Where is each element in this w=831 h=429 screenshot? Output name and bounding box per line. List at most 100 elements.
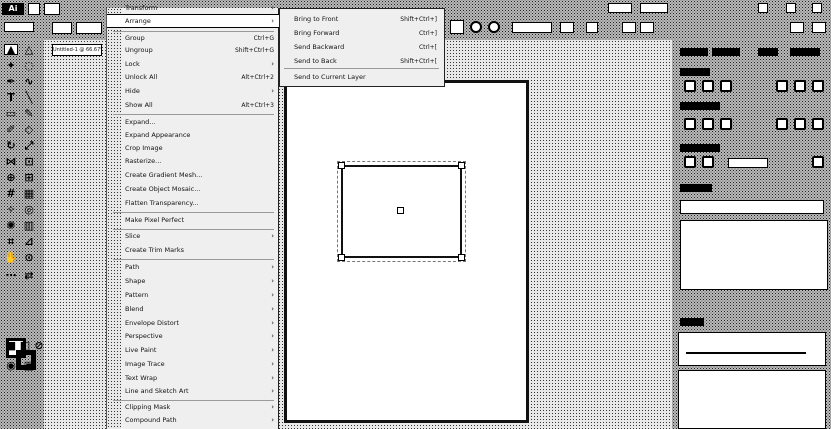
align-icon[interactable] <box>560 22 574 33</box>
stroke-swatch[interactable] <box>76 22 102 34</box>
spacing-vertical-icon[interactable] <box>684 156 696 168</box>
menu-item-text-wrap[interactable]: Text Wrap › <box>107 372 280 384</box>
lasso-tool-icon[interactable]: ◌ <box>22 60 36 71</box>
resize-handle-top-left[interactable] <box>338 162 345 169</box>
menu-item-create-trim-marks[interactable]: Create Trim Marks <box>107 244 280 256</box>
minimize-icon[interactable] <box>758 3 768 13</box>
menu-item-shape[interactable]: Shape › <box>107 275 280 287</box>
menu-item-expand[interactable]: Expand... <box>107 116 280 128</box>
swatches-grid[interactable] <box>680 220 828 290</box>
pen-tool-icon[interactable]: ✒ <box>4 76 18 87</box>
menu-item-group[interactable]: Group Ctrl+G <box>107 32 280 44</box>
eraser-tool-icon[interactable]: ◇ <box>22 124 36 135</box>
align-vcenter-icon[interactable] <box>794 80 806 92</box>
recolor-icon[interactable] <box>488 21 500 33</box>
menu-item-arrange[interactable]: Arrange › <box>107 14 280 28</box>
menu-file[interactable] <box>28 3 40 15</box>
menu-item-transform[interactable]: Transform › <box>107 2 280 14</box>
menu-item-create-object-mosaic[interactable]: Create Object Mosaic... <box>107 183 280 195</box>
menu-item-line-and-sketch-art[interactable]: Line and Sketch Art › <box>107 385 280 397</box>
column-graph-tool-icon[interactable]: ▥ <box>22 220 36 231</box>
maximize-icon[interactable] <box>786 3 796 13</box>
menu-item-hide[interactable]: Hide › <box>107 85 280 97</box>
blend-tool-icon[interactable]: ◎ <box>22 204 36 215</box>
width-tool-icon[interactable]: ⋈ <box>4 156 18 167</box>
menu-item-perspective[interactable]: Perspective › <box>107 330 280 342</box>
perspective-grid-tool-icon[interactable]: ⊞ <box>22 172 36 183</box>
curvature-tool-icon[interactable]: ∿ <box>22 76 36 87</box>
line-tool-icon[interactable]: ╲ <box>22 92 36 103</box>
mesh-tool-icon[interactable]: # <box>4 188 18 199</box>
menu-item-clipping-mask[interactable]: Clipping Mask › <box>107 401 280 413</box>
gradient-mode-icon[interactable]: ◧ <box>18 340 32 351</box>
menu-item-slice[interactable]: Slice › <box>107 230 280 242</box>
menu-item-show-all[interactable]: Show All Alt+Ctrl+3 <box>107 99 280 111</box>
eyedropper-tool-icon[interactable]: ✧ <box>4 204 18 215</box>
menu-item-envelope-distort[interactable]: Envelope Distort › <box>107 317 280 329</box>
menu-item-send-to-current-layer[interactable]: Send to Current Layer <box>280 71 443 83</box>
menu-item-create-gradient-mesh[interactable]: Create Gradient Mesh... <box>107 169 280 181</box>
isolate-icon[interactable] <box>586 22 598 33</box>
menu-edit[interactable] <box>44 3 60 15</box>
menu-item-expand-appearance[interactable]: Expand Appearance <box>107 129 280 141</box>
artboard-tool-icon[interactable]: ⌗ <box>4 236 18 247</box>
menu-item-rasterize[interactable]: Rasterize... <box>107 155 280 167</box>
screen-mode-icon[interactable]: ▣ <box>22 360 36 371</box>
align-top-icon[interactable] <box>776 80 788 92</box>
distribute-right-icon[interactable] <box>812 118 824 130</box>
menu-item-pattern[interactable]: Pattern › <box>107 289 280 301</box>
gradient-tool-icon[interactable]: ▦ <box>22 188 36 199</box>
zoom-tool-icon[interactable]: ⊙ <box>22 252 36 263</box>
shaper-tool-icon[interactable]: ✐ <box>4 124 18 135</box>
distribute-vcenter-icon[interactable] <box>702 118 714 130</box>
paintbrush-tool-icon[interactable]: ✎ <box>22 108 36 119</box>
resize-handle-bottom-left[interactable] <box>338 254 345 261</box>
resize-handle-bottom-right[interactable] <box>458 254 465 261</box>
properties-icon[interactable] <box>640 22 654 33</box>
menu-item-live-paint[interactable]: Live Paint › <box>107 344 280 356</box>
style-swatch[interactable] <box>450 20 464 34</box>
menu-item-flatten-transparency[interactable]: Flatten Transparency... <box>107 197 280 209</box>
layer-row[interactable] <box>686 352 806 354</box>
panel-tab-layers-bottom[interactable] <box>680 318 704 326</box>
close-icon[interactable] <box>812 3 822 13</box>
menu-item-make-pixel-perfect[interactable]: Make Pixel Perfect <box>107 214 280 226</box>
menu-item-send-to-back[interactable]: Send to Back Shift+Ctrl+[ <box>280 55 443 67</box>
menu-item-path[interactable]: Path › <box>107 261 280 273</box>
menu-item-send-backward[interactable]: Send Backward Ctrl+[ <box>280 41 443 53</box>
spacing-horizontal-icon[interactable] <box>702 156 714 168</box>
selected-rectangle[interactable] <box>337 161 466 262</box>
align-left-icon[interactable] <box>684 80 696 92</box>
panel-tab-layers[interactable] <box>712 48 740 56</box>
distribute-top-icon[interactable] <box>684 118 696 130</box>
align-to-icon[interactable] <box>812 156 824 168</box>
menu-item-bring-forward[interactable]: Bring Forward Ctrl+] <box>280 27 443 39</box>
more-tools-icon[interactable]: ⋯ <box>4 270 18 281</box>
menu-item-compound-path[interactable]: Compound Path › <box>107 414 280 426</box>
workspace-switcher[interactable] <box>608 3 632 13</box>
color-mode-icon[interactable]: ■ <box>4 340 18 351</box>
search-field[interactable] <box>640 3 668 13</box>
magic-wand-tool-icon[interactable]: ✦ <box>4 60 18 71</box>
distribute-left-icon[interactable] <box>776 118 788 130</box>
slice-tool-icon[interactable]: ⊿ <box>22 236 36 247</box>
layers-list[interactable] <box>678 332 826 366</box>
arrange-documents-icon[interactable] <box>622 22 636 33</box>
fill-swatch[interactable] <box>52 22 72 34</box>
swap-colors-icon[interactable]: ⇄ <box>22 270 36 281</box>
menu-item-lock[interactable]: Lock › <box>107 58 280 70</box>
hand-tool-icon[interactable]: ✋ <box>4 252 18 263</box>
selection-tool-icon[interactable]: ▲ <box>4 44 18 55</box>
align-bottom-icon[interactable] <box>812 80 824 92</box>
panel-tab-pathfinder[interactable] <box>790 48 820 56</box>
free-transform-tool-icon[interactable]: ⊡ <box>22 156 36 167</box>
menu-item-image-trace[interactable]: Image Trace › <box>107 358 280 370</box>
resize-handle-top-right[interactable] <box>458 162 465 169</box>
menu-item-bring-to-front[interactable]: Bring to Front Shift+Ctrl+] <box>280 13 443 25</box>
rectangle-tool-icon[interactable]: ▭ <box>4 108 18 119</box>
menu-item-blend[interactable]: Blend › <box>107 303 280 315</box>
symbol-sprayer-tool-icon[interactable]: ✺ <box>4 220 18 231</box>
panel-tab-properties[interactable] <box>680 48 708 56</box>
draw-mode-icon[interactable]: ◉ <box>4 360 18 371</box>
panel-tab-swatches[interactable] <box>680 184 712 192</box>
